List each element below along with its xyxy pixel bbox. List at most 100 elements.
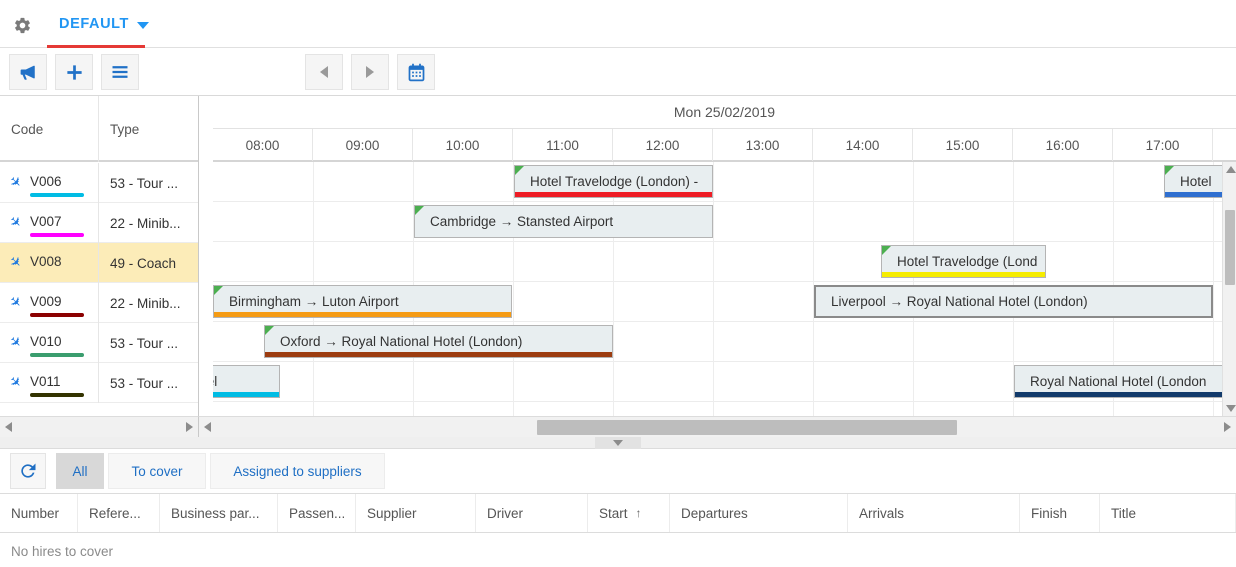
hires-column-header[interactable]: Driver — [476, 494, 588, 532]
timeline-task-bar[interactable]: Royal National Hotel (London — [1014, 365, 1234, 398]
hires-column-header[interactable]: Passen... — [278, 494, 356, 532]
next-day-button[interactable] — [351, 54, 389, 90]
resource-color-bar — [30, 233, 84, 237]
column-header-type[interactable]: Type — [99, 96, 198, 162]
chevron-down-icon[interactable] — [136, 21, 149, 29]
scroll-left-icon[interactable] — [204, 422, 211, 432]
timeline-vscrollbar[interactable] — [1222, 162, 1236, 416]
vehicle-icon: ✈ — [6, 372, 26, 392]
filter-to-cover-button[interactable]: To cover — [108, 453, 206, 489]
hires-column-label: Departures — [681, 505, 748, 521]
vehicle-icon: ✈ — [6, 332, 26, 352]
hires-column-header[interactable]: Business par... — [160, 494, 278, 532]
scroll-down-icon[interactable] — [1226, 405, 1236, 412]
column-header-code[interactable]: Code — [0, 96, 99, 162]
hires-column-header[interactable]: Departures — [670, 494, 848, 532]
scroll-right-icon[interactable] — [186, 422, 193, 432]
timeline-task-bar[interactable]: Hotel Travelodge (London) - — [514, 165, 713, 198]
timeline-hour-label: 17:00 — [1113, 129, 1213, 161]
chevron-left-icon — [320, 66, 328, 78]
resource-code-cell[interactable]: ✈ V010 — [0, 323, 99, 363]
hires-column-header[interactable]: Finish — [1020, 494, 1100, 532]
resource-code-label: V008 — [30, 254, 62, 269]
task-label: Hotel Travelodge (Lond — [897, 254, 1038, 269]
filter-all-button[interactable]: All — [56, 453, 104, 489]
hires-column-header[interactable]: Number — [0, 494, 78, 532]
vscroll-thumb[interactable] — [1225, 210, 1235, 285]
resource-color-bar — [30, 193, 84, 197]
plus-icon[interactable] — [55, 54, 93, 90]
resource-color-bar — [30, 353, 84, 357]
task-locked-corner-icon — [882, 246, 891, 255]
resource-type-cell[interactable]: 53 - Tour ... — [99, 363, 198, 403]
task-label: Oxford → Royal National Hotel (London) — [280, 334, 523, 349]
resource-row[interactable]: ✈ V008 49 - Coach — [0, 243, 198, 283]
timeline-task-bar[interactable]: Cambridge → Stansted Airport — [414, 205, 713, 238]
hires-column-label: Finish — [1031, 505, 1068, 521]
timeline-task-bar[interactable]: Hotel Travelodge (Lond — [881, 245, 1046, 278]
calendar-icon[interactable] — [397, 54, 435, 90]
resource-code-cell[interactable]: ✈ V008 — [0, 243, 99, 283]
resource-type-cell[interactable]: 53 - Tour ... — [99, 323, 198, 363]
hamburger-menu-icon[interactable] — [101, 54, 139, 90]
scroll-left-icon[interactable] — [5, 422, 12, 432]
hires-column-header[interactable]: Start ↑ — [588, 494, 670, 532]
filter-assigned-button[interactable]: Assigned to suppliers — [210, 453, 385, 489]
gear-icon[interactable] — [11, 14, 33, 36]
task-label: Liverpool → Royal National Hotel (London… — [831, 294, 1088, 309]
timeline-task-bar[interactable]: t → Hotel — [213, 365, 280, 398]
task-locked-corner-icon — [415, 206, 424, 215]
hscroll-thumb[interactable] — [537, 420, 957, 435]
panel-splitter[interactable] — [0, 437, 1236, 449]
scroll-up-icon[interactable] — [1226, 166, 1236, 173]
timeline-task-bar[interactable]: Birmingham → Luton Airport — [213, 285, 512, 318]
megaphone-icon[interactable] — [9, 54, 47, 90]
tab-default[interactable]: DEFAULT — [47, 0, 161, 48]
task-locked-corner-icon — [515, 166, 524, 175]
refresh-icon[interactable] — [10, 453, 46, 489]
resource-row[interactable]: ✈ V010 53 - Tour ... — [0, 323, 198, 363]
timeline-task-bar[interactable]: Liverpool → Royal National Hotel (London… — [814, 285, 1213, 318]
hires-column-label: Supplier — [367, 505, 417, 521]
resource-grid-hscrollbar[interactable] — [0, 416, 199, 437]
resource-code-cell[interactable]: ✈ V007 — [0, 203, 99, 243]
timeline-hour-label: 10:00 — [413, 129, 513, 161]
hires-column-header[interactable]: Supplier — [356, 494, 476, 532]
timeline-row[interactable] — [213, 202, 1236, 242]
timeline-body[interactable]: Hotel Travelodge (London) - Hotel Cambridg… — [213, 162, 1236, 416]
timeline-day-header: Mon 25/02/2019 — [213, 96, 1236, 129]
hires-column-header[interactable]: Arrivals — [848, 494, 1020, 532]
previous-day-button[interactable] — [305, 54, 343, 90]
resource-row[interactable]: ✈ V011 53 - Tour ... — [0, 363, 198, 403]
timeline-row[interactable] — [213, 242, 1236, 282]
resource-type-cell[interactable]: 49 - Coach — [99, 243, 198, 283]
resource-grid: Code Type ✈ V006 53 - Tour ... ✈ V007 22 - Mi… — [0, 96, 199, 416]
timeline-task-bar[interactable]: Oxford → Royal National Hotel (London) — [264, 325, 613, 358]
timeline-row[interactable] — [213, 402, 1236, 416]
timeline-hscrollbar[interactable] — [199, 416, 1236, 437]
collapse-panel-handle[interactable] — [595, 437, 641, 449]
task-color-bar — [882, 272, 1045, 277]
hires-column-header[interactable]: Refere... — [78, 494, 160, 532]
resource-type-cell[interactable]: 22 - Minib... — [99, 203, 198, 243]
resource-code-cell[interactable]: ✈ V006 — [0, 163, 99, 203]
vehicle-icon: ✈ — [6, 292, 26, 312]
hires-column-label: Business par... — [171, 505, 260, 521]
chevron-down-icon — [613, 440, 623, 446]
resource-code-cell[interactable]: ✈ V011 — [0, 363, 99, 403]
task-color-bar — [214, 312, 511, 317]
timeline-hour-label: 12:00 — [613, 129, 713, 161]
hires-column-header[interactable]: Title — [1100, 494, 1236, 532]
resource-row[interactable]: ✈ V009 22 - Minib... — [0, 283, 198, 323]
vehicle-icon: ✈ — [6, 172, 26, 192]
resource-code-label: V007 — [30, 214, 62, 229]
resource-row[interactable]: ✈ V006 53 - Tour ... — [0, 163, 198, 203]
resource-code-cell[interactable]: ✈ V009 — [0, 283, 99, 323]
timeline-row[interactable] — [213, 162, 1236, 202]
resource-type-cell[interactable]: 22 - Minib... — [99, 283, 198, 323]
main-toolbar: Monday, 25 Feb 2019 All — [0, 48, 1236, 136]
resource-type-cell[interactable]: 53 - Tour ... — [99, 163, 198, 203]
gantt-area: Code Type ✈ V006 53 - Tour ... ✈ V007 22 - Mi… — [0, 96, 1236, 437]
scroll-right-icon[interactable] — [1224, 422, 1231, 432]
resource-row[interactable]: ✈ V007 22 - Minib... — [0, 203, 198, 243]
